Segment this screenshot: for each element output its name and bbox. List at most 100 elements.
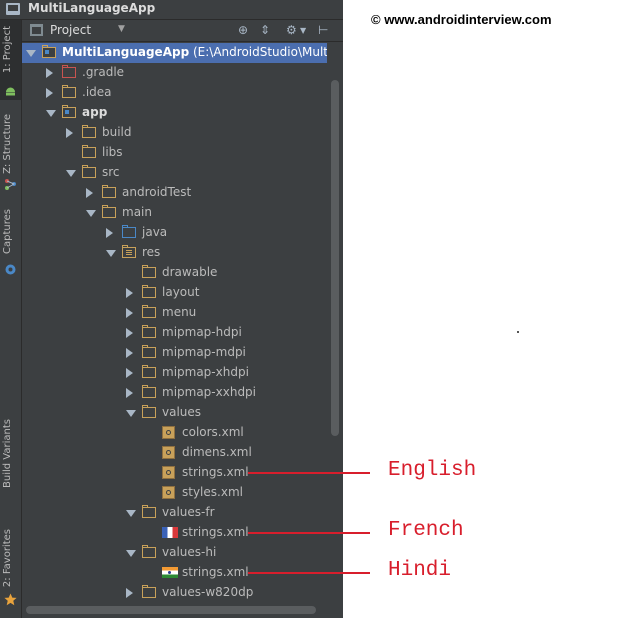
expand-arrow-down-icon[interactable] (86, 210, 96, 217)
tree-item-label: values-fr (162, 505, 215, 519)
tree-row[interactable]: drawable (22, 263, 327, 283)
expand-arrow-right-icon[interactable] (126, 588, 133, 598)
tab-project[interactable]: 1: Project (0, 20, 21, 100)
excluded-folder-icon (62, 65, 76, 78)
expand-arrow-right-icon[interactable] (86, 188, 93, 198)
dot (517, 331, 519, 333)
folder-icon (142, 585, 156, 598)
xml-file-icon (162, 486, 175, 499)
tree-row[interactable]: MultiLanguageApp (E:\AndroidStudio\Multi… (22, 43, 327, 63)
annotation-label: French (388, 519, 464, 542)
tree-row[interactable]: src (22, 163, 327, 183)
expand-arrow-down-icon[interactable] (126, 510, 136, 517)
folder-icon (82, 165, 96, 178)
tree-row[interactable]: values (22, 403, 327, 423)
folder-icon (142, 345, 156, 358)
gear-dropdown-icon[interactable]: ▼ (300, 26, 306, 35)
expand-arrow-right-icon[interactable] (126, 328, 133, 338)
tree-row[interactable]: styles.xml (22, 483, 327, 503)
expand-arrow-down-icon[interactable] (66, 170, 76, 177)
tree-row[interactable]: layout (22, 283, 327, 303)
chevron-down-icon[interactable]: ▼ (118, 24, 125, 34)
expand-arrow-right-icon[interactable] (126, 288, 133, 298)
module-folder-icon (62, 105, 76, 118)
horizontal-scrollbar[interactable] (22, 602, 327, 618)
annotation-line (248, 572, 370, 574)
tree-row[interactable]: menu (22, 303, 327, 323)
expand-arrow-down-icon[interactable] (106, 250, 116, 257)
tree-item-label: src (102, 165, 120, 179)
hide-panel-icon[interactable]: ⊢ (318, 23, 328, 37)
french-flag-icon (162, 527, 178, 538)
tree-row[interactable]: dimens.xml (22, 443, 327, 463)
expand-arrow-right-icon[interactable] (126, 308, 133, 318)
window-title: MultiLanguageApp (28, 1, 156, 15)
tree-item-label: strings.xml (182, 565, 249, 579)
vertical-scroll-thumb[interactable] (331, 80, 339, 436)
tab-favorites[interactable]: 2: Favorites (0, 525, 21, 615)
annotation-line (248, 472, 370, 474)
tree-row[interactable]: mipmap-xxhdpi (22, 383, 327, 403)
folder-icon (142, 505, 156, 518)
expand-arrow-right-icon[interactable] (126, 388, 133, 398)
tab-structure[interactable]: Z: Structure (0, 110, 21, 192)
tree-item-label: values (162, 405, 202, 419)
folder-icon (142, 385, 156, 398)
xml-file-icon (162, 466, 175, 479)
vertical-scrollbar[interactable] (327, 42, 343, 602)
expand-arrow-right-icon[interactable] (46, 88, 53, 98)
tree-item-label: colors.xml (182, 425, 244, 439)
tree-row[interactable]: mipmap-hdpi (22, 323, 327, 343)
tree-row[interactable]: app (22, 103, 327, 123)
tree-row[interactable]: values-hi (22, 543, 327, 563)
tree-item-label: styles.xml (182, 485, 243, 499)
tab-captures[interactable]: Captures (0, 205, 21, 275)
watermark-text: © www.androidinterview.com (371, 12, 552, 27)
project-toolbar: Project ▼ ⊕ ⇕ ⚙ ▼ ⊢ (22, 20, 343, 42)
expand-arrow-right-icon[interactable] (46, 68, 53, 78)
expand-arrow-right-icon[interactable] (126, 368, 133, 378)
tab-favorites-label: 2: Favorites (2, 529, 13, 588)
structure-icon (4, 176, 17, 190)
tree-item-label: androidTest (122, 185, 192, 199)
tree-row[interactable]: .gradle (22, 63, 327, 83)
android-icon (4, 82, 17, 96)
tree-item-label: mipmap-xxhdpi (162, 385, 257, 399)
tab-build-variants[interactable]: Build Variants (0, 415, 21, 515)
tree-row[interactable]: mipmap-mdpi (22, 343, 327, 363)
tree-item-label: values-hi (162, 545, 217, 559)
tree-item-label: mipmap-xhdpi (162, 365, 249, 379)
tree-row[interactable]: main (22, 203, 327, 223)
tree-row[interactable]: mipmap-xhdpi (22, 363, 327, 383)
tree-item-label: build (102, 125, 132, 139)
expand-arrow-down-icon[interactable] (126, 550, 136, 557)
annotation-label: English (388, 459, 477, 482)
tree-row[interactable]: values-w820dp (22, 583, 327, 602)
folder-icon (82, 125, 96, 138)
expand-arrow-down-icon[interactable] (46, 110, 56, 117)
collapse-all-icon[interactable]: ⇕ (260, 23, 270, 37)
tree-row[interactable]: androidTest (22, 183, 327, 203)
folder-icon (142, 405, 156, 418)
tree-row[interactable]: java (22, 223, 327, 243)
tree-row[interactable]: libs (22, 143, 327, 163)
tree-row[interactable]: build (22, 123, 327, 143)
gear-icon[interactable]: ⚙ (286, 23, 297, 37)
expand-arrow-right-icon[interactable] (106, 228, 113, 238)
expand-arrow-down-icon[interactable] (126, 410, 136, 417)
tree-row[interactable]: colors.xml (22, 423, 327, 443)
tree-row[interactable]: .idea (22, 83, 327, 103)
tree-row[interactable]: values-fr (22, 503, 327, 523)
project-window-icon (6, 3, 20, 15)
scroll-from-source-icon[interactable]: ⊕ (238, 23, 248, 37)
xml-file-icon (162, 426, 175, 439)
expand-arrow-down-icon[interactable] (26, 50, 36, 57)
view-selector[interactable]: Project (50, 23, 91, 37)
folder-icon (142, 365, 156, 378)
expand-arrow-right-icon[interactable] (126, 348, 133, 358)
tree-row[interactable]: res (22, 243, 327, 263)
folder-icon (142, 545, 156, 558)
expand-arrow-right-icon[interactable] (66, 128, 73, 138)
horizontal-scroll-thumb[interactable] (26, 606, 316, 614)
project-tree: MultiLanguageApp (E:\AndroidStudio\Multi… (22, 42, 327, 602)
